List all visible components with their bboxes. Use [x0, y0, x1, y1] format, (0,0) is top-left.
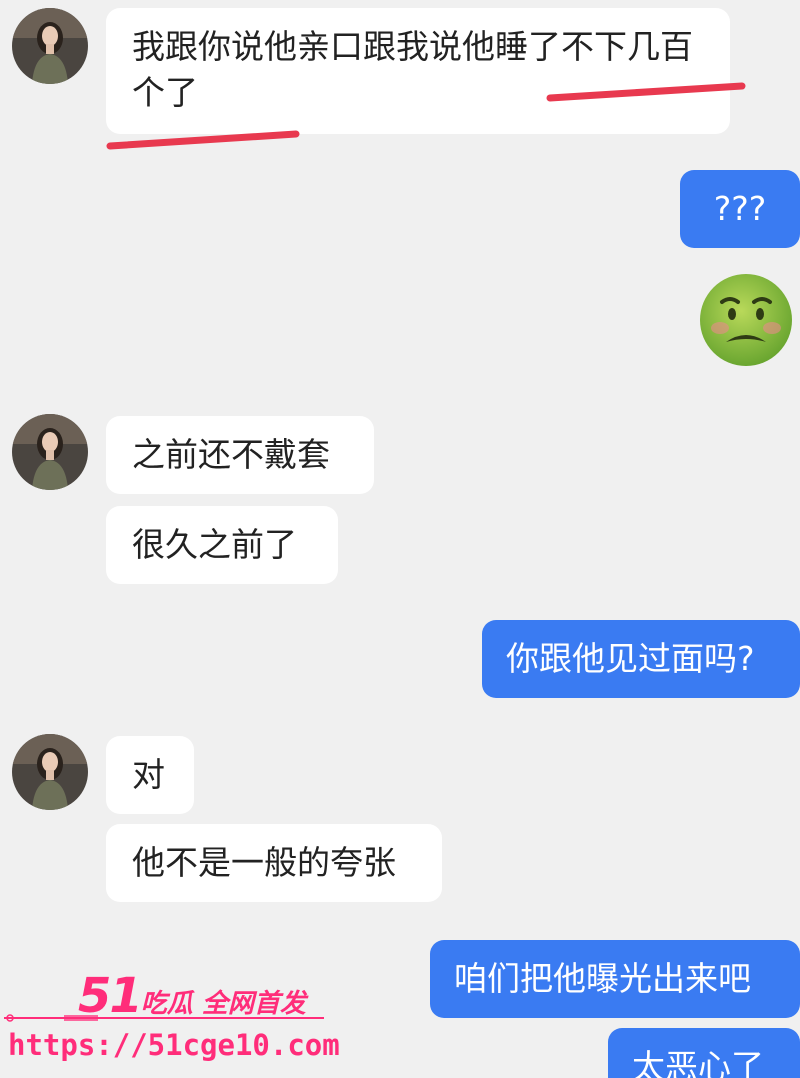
watermark-divider-line — [4, 1014, 324, 1022]
message-text: 很久之前了 — [132, 525, 297, 564]
avatar-image — [12, 734, 88, 810]
watermark: 51吃瓜 全网首发 https://51cge10.com — [0, 962, 340, 1078]
contact-avatar[interactable] — [12, 734, 88, 810]
incoming-message-bubble[interactable]: 我跟你说他亲口跟我说他睡了不下几百个了 — [106, 8, 730, 134]
incoming-message-bubble[interactable]: 之前还不戴套 — [106, 416, 374, 494]
watermark-url: https://51cge10.com — [8, 1028, 340, 1062]
chat-conversation[interactable]: 我跟你说他亲口跟我说他睡了不下几百个了 ??? 之前还不戴套 很久之前了 你跟他… — [0, 0, 800, 1078]
message-text: 对 — [132, 755, 165, 794]
contact-avatar[interactable] — [12, 414, 88, 490]
incoming-message-bubble[interactable]: 很久之前了 — [106, 506, 338, 584]
message-text: 我跟你说他亲口跟我说他睡了不下几百个了 — [132, 27, 693, 112]
outgoing-message-bubble[interactable]: 你跟他见过面吗? — [482, 620, 800, 698]
message-text: 咱们把他曝光出来吧 — [454, 959, 751, 998]
incoming-message-bubble[interactable]: 对 — [106, 736, 194, 814]
contact-avatar[interactable] — [12, 8, 88, 84]
outgoing-message-bubble[interactable]: 太恶心了 — [608, 1028, 800, 1078]
avatar-image — [12, 414, 88, 490]
message-text: 太恶心了 — [632, 1047, 764, 1078]
outgoing-message-bubble[interactable]: ??? — [680, 170, 800, 248]
avatar-image — [12, 8, 88, 84]
nauseated-face-icon — [700, 274, 792, 366]
message-text: 你跟他见过面吗? — [506, 639, 755, 678]
outgoing-message-bubble[interactable]: 咱们把他曝光出来吧 — [430, 940, 800, 1018]
incoming-message-bubble[interactable]: 他不是一般的夸张 — [106, 824, 442, 902]
message-text: 之前还不戴套 — [132, 435, 330, 474]
message-text: ??? — [713, 189, 767, 228]
message-text: 他不是一般的夸张 — [132, 843, 396, 882]
